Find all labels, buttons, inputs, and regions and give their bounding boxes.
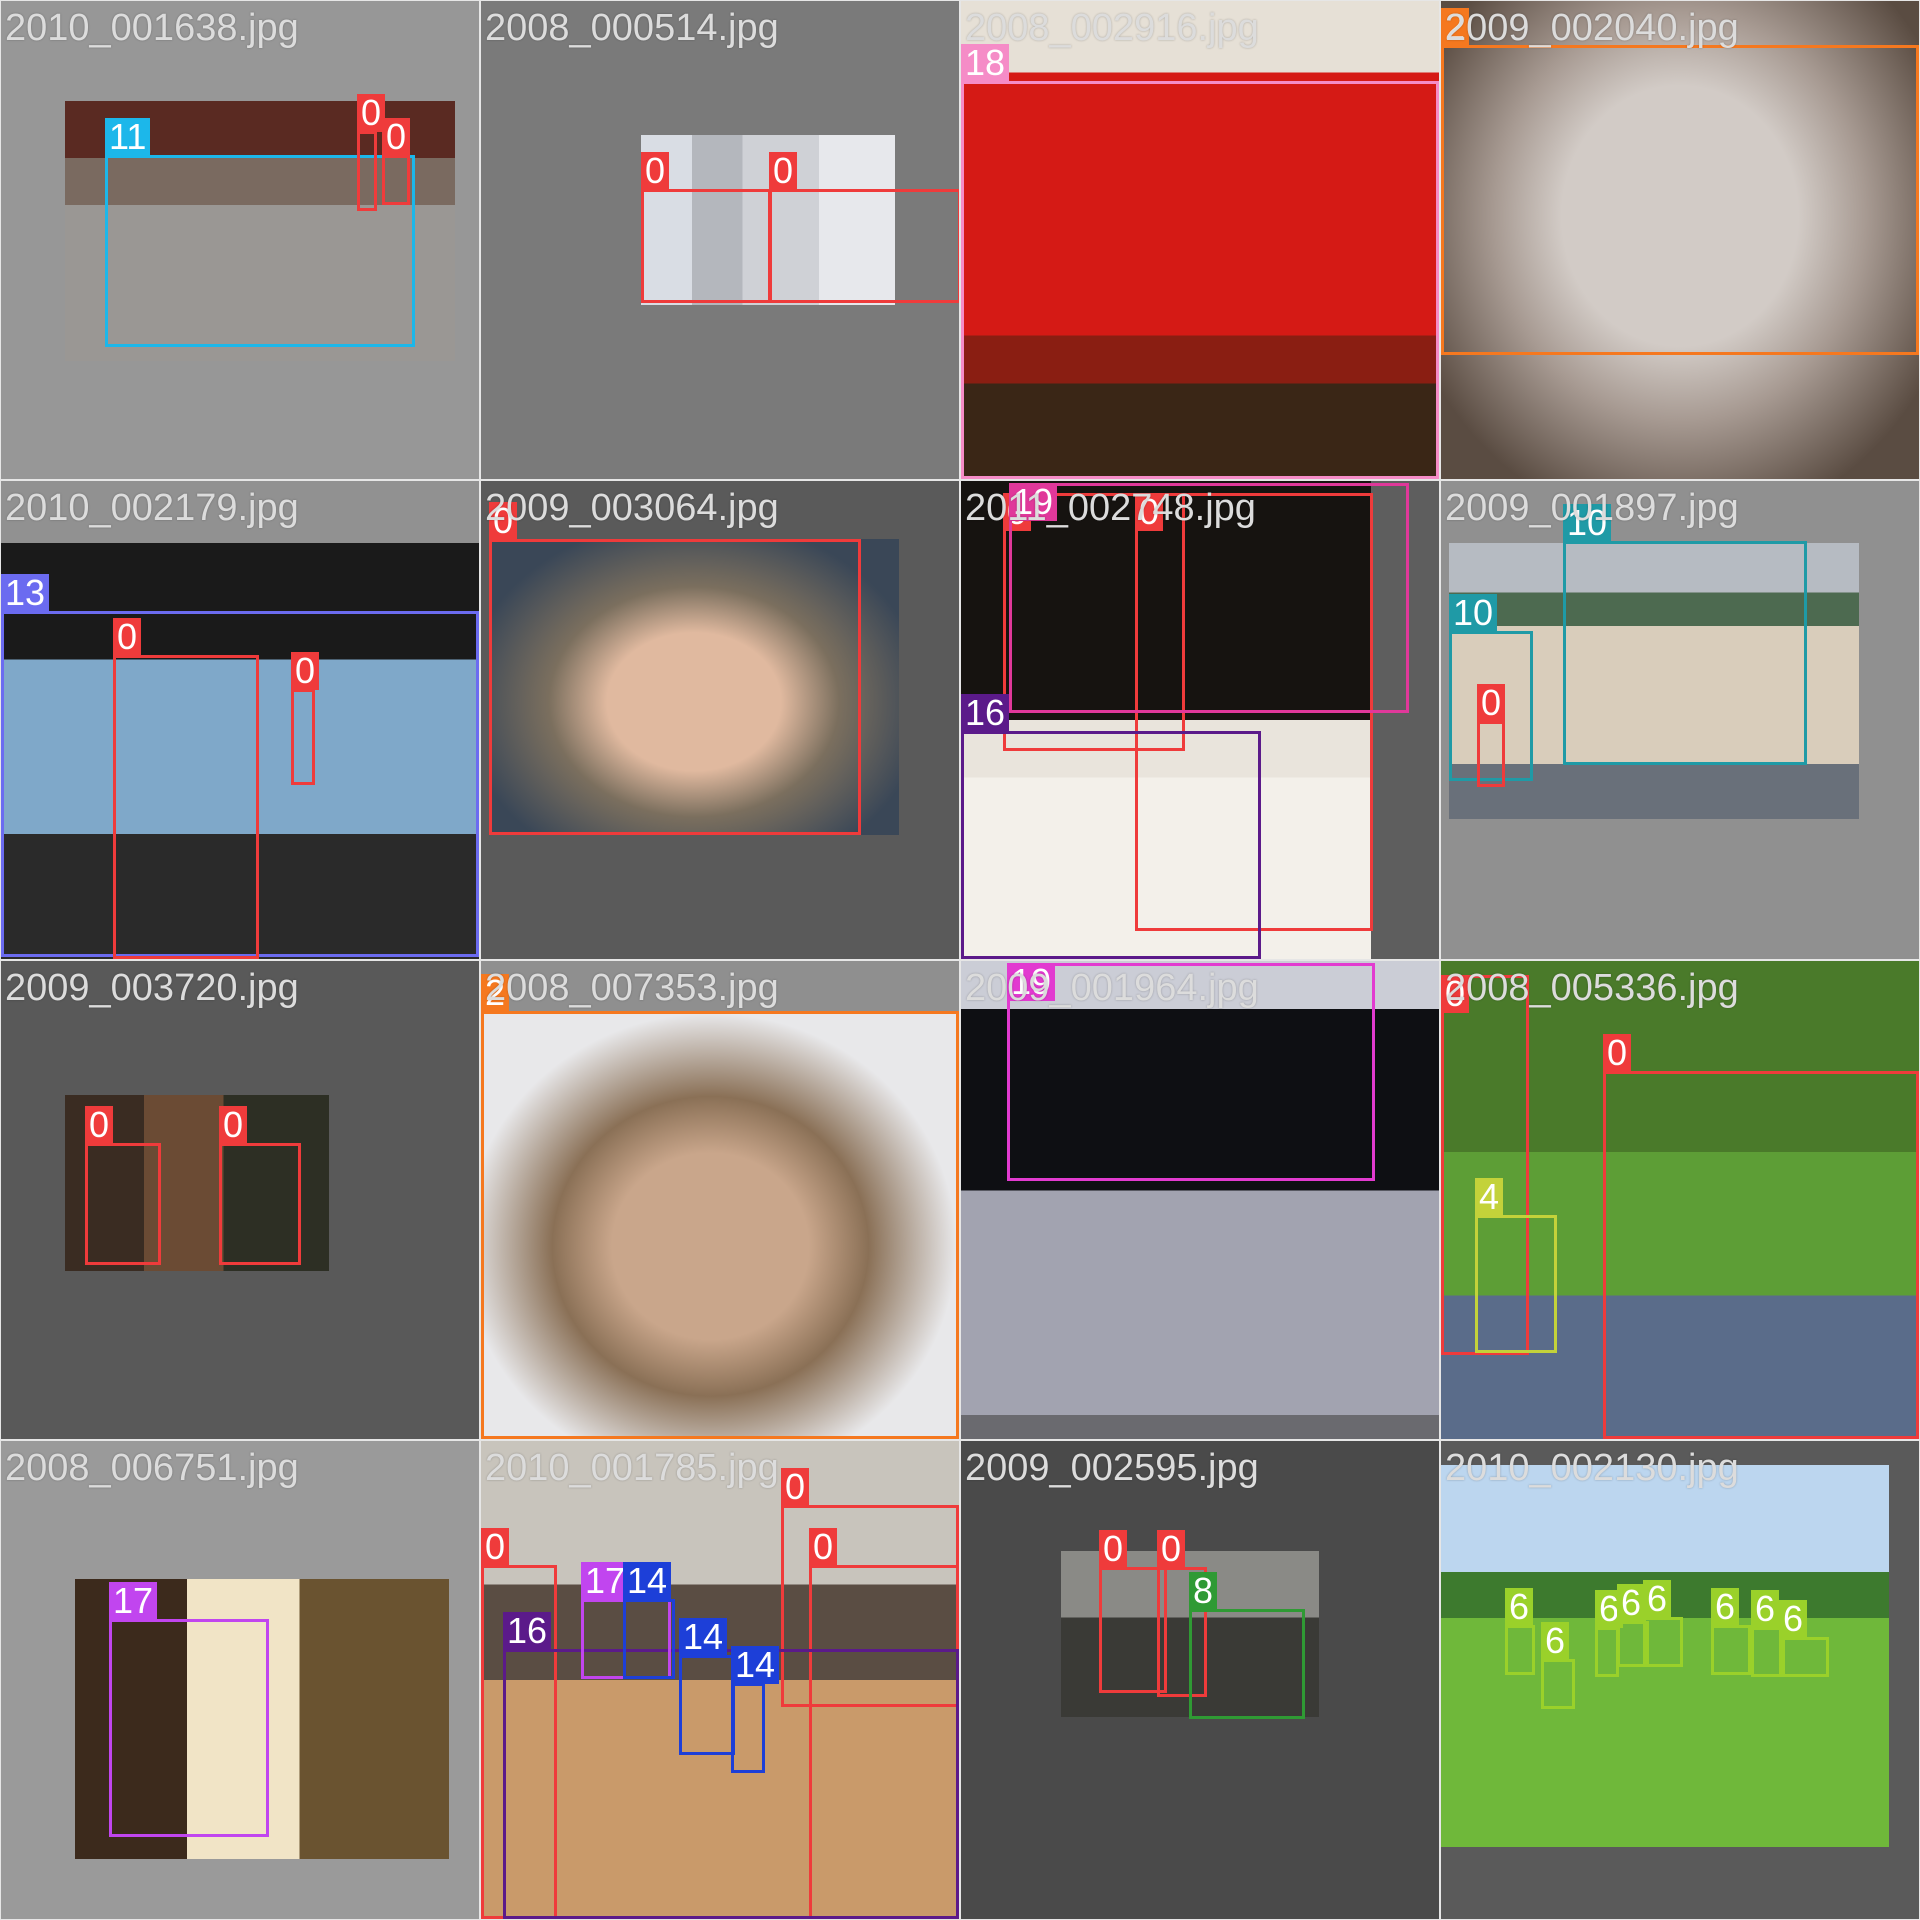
- mosaic-tile: 0016192011_002748.jpg: [961, 481, 1439, 959]
- bounding-box: 0: [489, 502, 861, 835]
- class-label: 0: [641, 152, 670, 190]
- bounding-box: 0: [641, 152, 771, 303]
- mosaic-tile: 0 0 4 2008_005336.jpg: [1441, 961, 1919, 1439]
- bounding-box: 0: [85, 1106, 161, 1265]
- mosaic-tile: 2 2008_007353.jpg: [481, 961, 959, 1439]
- bounding-box: 0: [113, 618, 259, 959]
- filename-label: 2008_002916.jpg: [965, 7, 1259, 49]
- bounding-box: 17: [109, 1582, 269, 1837]
- bounding-box: 14: [731, 1646, 780, 1773]
- filename-label: 2008_000514.jpg: [485, 7, 779, 49]
- filename-label: 2009_002595.jpg: [965, 1447, 1259, 1489]
- class-label: 0: [85, 1106, 114, 1144]
- bounding-box: 18: [961, 44, 1439, 479]
- bounding-box: 0: [357, 94, 386, 211]
- bounding-box: 14: [679, 1618, 735, 1755]
- class-label: 14: [731, 1646, 780, 1684]
- class-label: 0: [481, 1528, 510, 1566]
- class-label: 0: [769, 152, 798, 190]
- class-label: 10: [1449, 594, 1498, 632]
- bounding-box: 4: [1475, 1178, 1557, 1353]
- bounding-box: 6: [1595, 1590, 1624, 1677]
- class-label: 0: [382, 118, 411, 156]
- class-label: 16: [503, 1612, 552, 1650]
- class-label: 17: [581, 1562, 630, 1600]
- filename-label: 2008_005336.jpg: [1445, 967, 1739, 1009]
- class-label: 0: [1477, 684, 1506, 722]
- bounding-box: 0: [291, 652, 320, 785]
- class-label: 6: [1779, 1600, 1808, 1638]
- class-label: 0: [809, 1528, 838, 1566]
- class-label: 6: [1541, 1622, 1570, 1660]
- bounding-box: 2: [1441, 8, 1919, 355]
- class-label: 13: [1, 574, 50, 612]
- bounding-box: 10: [1563, 504, 1807, 765]
- class-label: 6: [1505, 1588, 1534, 1626]
- bounding-box: 0: [219, 1106, 301, 1265]
- class-label: 6: [1643, 1580, 1672, 1618]
- image-mosaic: 11 0 0 2010_001638.jpg 0 0 2008_000514.jpg 18 20…: [0, 0, 1920, 1920]
- bounding-box: 16: [961, 694, 1261, 959]
- bounding-box: 0: [1603, 1034, 1919, 1439]
- mosaic-tile: 0 0 2008_000514.jpg: [481, 1, 959, 479]
- class-label: 0: [291, 652, 320, 690]
- mosaic-tile: 0 0 2009_003720.jpg: [1, 961, 479, 1439]
- class-label: 11: [105, 118, 151, 156]
- bounding-box: 6: [1643, 1580, 1683, 1667]
- bounding-box: 8: [1189, 1572, 1305, 1719]
- filename-label: 2008_006751.jpg: [5, 1447, 299, 1489]
- filename-label: 2010_001638.jpg: [5, 7, 299, 49]
- class-label: 6: [1751, 1590, 1780, 1628]
- filename-label: 2010_002179.jpg: [5, 487, 299, 529]
- bounding-box: 2: [481, 974, 959, 1439]
- mosaic-tile: 0 0 8 2009_002595.jpg: [961, 1441, 1439, 1919]
- mosaic-tile: 6 6 6 6 6 6 6 6 2010_002130.jpg: [1441, 1441, 1919, 1919]
- filename-label: 2009_001897.jpg: [1445, 487, 1739, 529]
- class-label: 6: [1617, 1584, 1646, 1622]
- mosaic-tile: 0 2009_003064.jpg: [481, 481, 959, 959]
- mosaic-tile: 18 2008_002916.jpg: [961, 1, 1439, 479]
- class-label: 14: [679, 1618, 728, 1656]
- filename-label: 2010_002130.jpg: [1445, 1447, 1739, 1489]
- mosaic-tile: 17 2008_006751.jpg: [1, 1441, 479, 1919]
- filename-label: 2010_001785.jpg: [485, 1447, 779, 1489]
- filename-label: 2008_007353.jpg: [485, 967, 779, 1009]
- mosaic-tile: 19 2009_001964.jpg: [961, 961, 1439, 1439]
- bounding-box: 0: [1477, 684, 1506, 787]
- class-label: 4: [1475, 1178, 1504, 1216]
- bounding-box: 6: [1779, 1600, 1829, 1677]
- mosaic-tile: 0 0 0 16 17 14 14 14 2010_001785.jpg: [481, 1441, 959, 1919]
- bounding-box: 0: [769, 152, 959, 303]
- class-label: 14: [623, 1562, 672, 1600]
- mosaic-tile: 11 0 0 2010_001638.jpg: [1, 1, 479, 479]
- filename-label: 2009_002040.jpg: [1445, 7, 1739, 49]
- class-label: 0: [1603, 1034, 1632, 1072]
- filename-label: 2009_003064.jpg: [485, 487, 779, 529]
- bounding-box: 6: [1711, 1588, 1751, 1675]
- class-label: 0: [219, 1106, 248, 1144]
- class-label: 17: [109, 1582, 158, 1620]
- mosaic-tile: 13 0 0 2010_002179.jpg: [1, 481, 479, 959]
- class-label: 0: [357, 94, 386, 132]
- mosaic-tile: 10 10 0 2009_001897.jpg: [1441, 481, 1919, 959]
- class-label: 8: [1189, 1572, 1218, 1610]
- bounding-box: 0: [382, 118, 411, 205]
- bounding-box: 6: [1505, 1588, 1535, 1675]
- filename-label: 2009_001964.jpg: [965, 967, 1259, 1009]
- filename-label: 2011_002748.jpg: [965, 487, 1256, 529]
- class-label: 6: [1711, 1588, 1740, 1626]
- class-label: 0: [781, 1468, 810, 1506]
- class-label: 0: [113, 618, 142, 656]
- class-label: 16: [961, 694, 1010, 732]
- filename-label: 2009_003720.jpg: [5, 967, 299, 1009]
- bounding-box: 6: [1541, 1622, 1575, 1709]
- class-label: 0: [1157, 1530, 1186, 1568]
- mosaic-tile: 2 2009_002040.jpg: [1441, 1, 1919, 479]
- bounding-box: 14: [623, 1562, 675, 1679]
- class-label: 0: [1099, 1530, 1128, 1568]
